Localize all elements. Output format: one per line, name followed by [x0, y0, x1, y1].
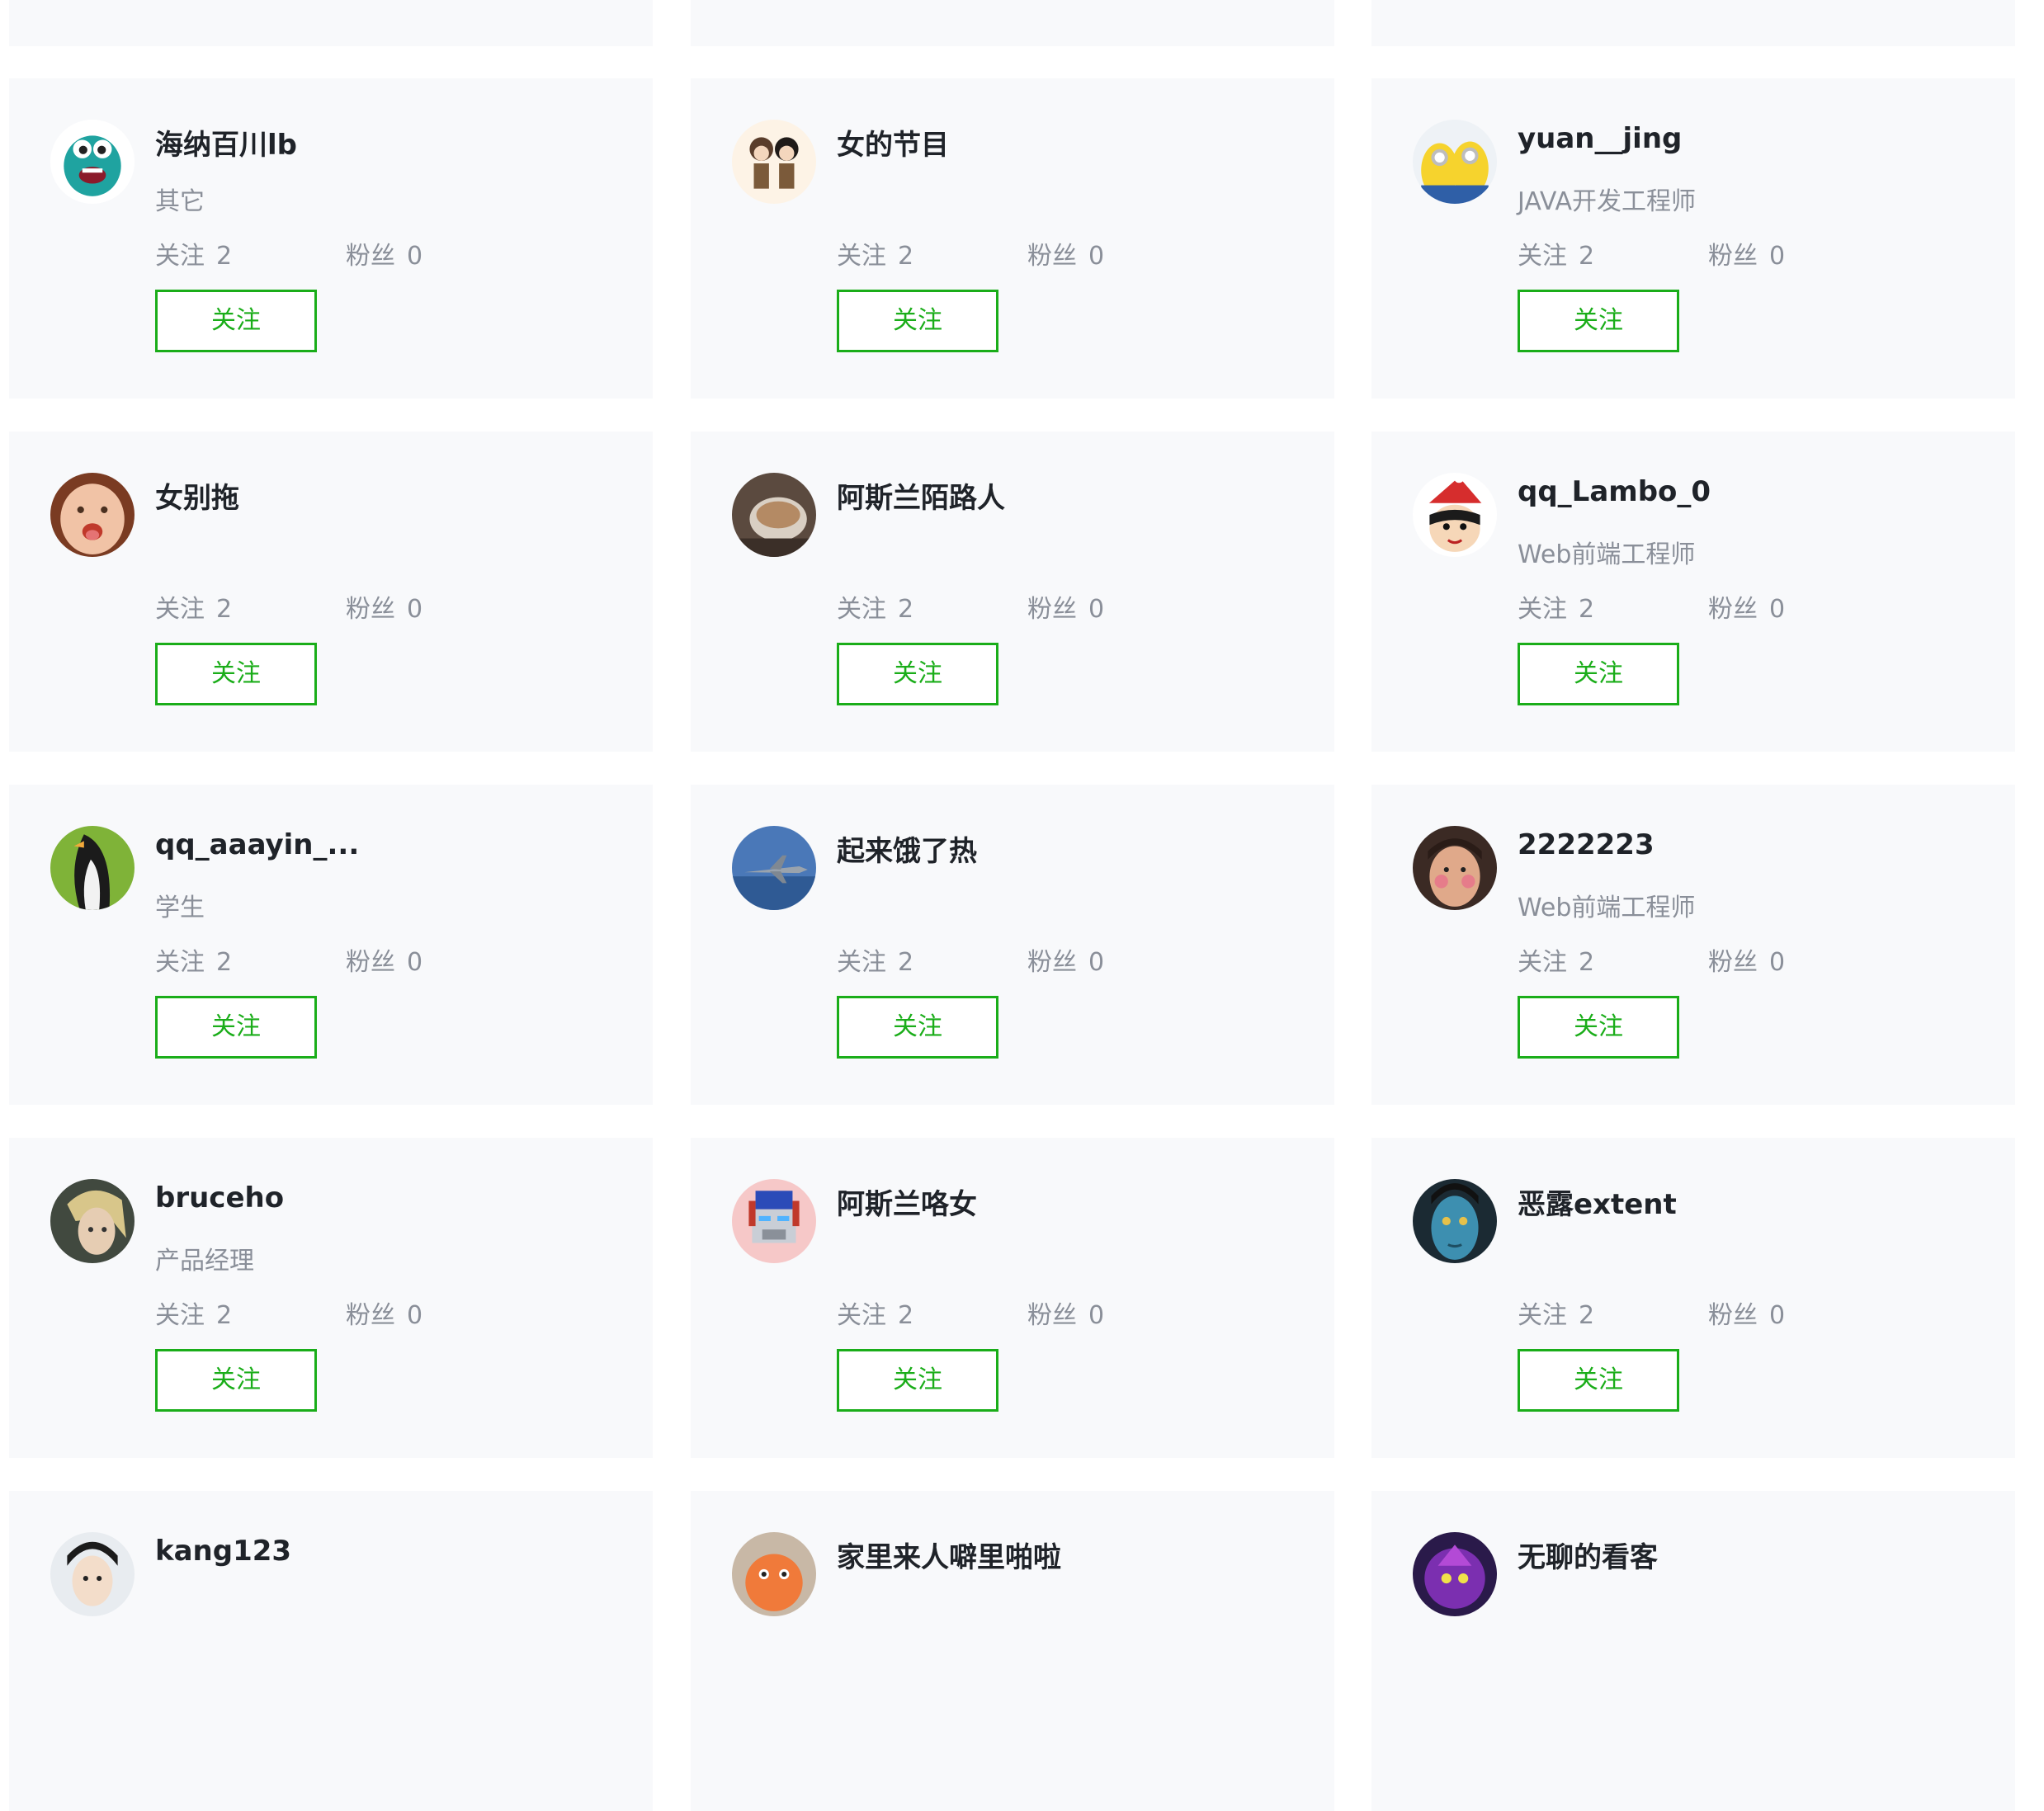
following-count: 关注 2: [155, 242, 233, 271]
user-name[interactable]: 恶露extent: [1518, 1181, 1677, 1222]
anime-couple-avatar-icon[interactable]: [732, 120, 816, 204]
following-count: 关注 2: [837, 1301, 914, 1330]
user-description: 其它: [155, 187, 205, 216]
follow-button[interactable]: 关注: [837, 996, 998, 1059]
following-count: 关注 2: [1518, 242, 1595, 271]
user-description: 产品经理: [155, 1247, 254, 1276]
following-count: 关注 2: [1518, 595, 1595, 624]
penguin-avatar-icon[interactable]: [50, 826, 135, 910]
fans-count: 粉丝 0: [346, 595, 423, 624]
user-name[interactable]: 阿斯兰陌路人: [837, 475, 1005, 516]
user-name[interactable]: kang123: [155, 1535, 291, 1568]
santa-hat-cartoon-avatar-icon[interactable]: [1413, 473, 1497, 557]
user-name[interactable]: yuan__jing: [1518, 122, 1682, 155]
user-description: Web前端工程师: [1518, 540, 1696, 569]
blonde-character-avatar-icon[interactable]: [50, 1179, 135, 1263]
follow-button[interactable]: 关注: [155, 996, 317, 1059]
fans-count: 粉丝 0: [1027, 595, 1105, 624]
following-count: 关注 2: [1518, 1301, 1595, 1330]
user-card: 家里来人噼里啪啦: [691, 1491, 1334, 1811]
user-card: 阿斯兰咯女 关注 2 粉丝 0 关注: [691, 1138, 1334, 1458]
follow-button[interactable]: 关注: [837, 643, 998, 705]
following-count: 关注 2: [837, 242, 914, 271]
fans-count: 粉丝 0: [1027, 1301, 1105, 1330]
child-face-avatar-icon[interactable]: [50, 473, 135, 557]
avatar-blue-face-icon[interactable]: [1413, 1179, 1497, 1263]
fans-count: 粉丝 0: [1027, 242, 1105, 271]
user-card: 起来饿了热 关注 2 粉丝 0 关注: [691, 785, 1334, 1105]
following-count: 关注 2: [837, 948, 914, 977]
fans-count: 粉丝 0: [346, 948, 423, 977]
man-face-avatar-icon[interactable]: [1413, 826, 1497, 910]
user-name[interactable]: qq_Lambo_0: [1518, 475, 1711, 508]
follow-button[interactable]: 关注: [155, 290, 317, 352]
user-name[interactable]: bruceho: [155, 1181, 284, 1214]
user-name[interactable]: 女的节目: [837, 122, 949, 163]
user-card: 海纳百川lb 其它 关注 2 粉丝 0 关注: [9, 78, 653, 399]
user-card: 2222223 Web前端工程师 关注 2 粉丝 0 关注: [1371, 785, 2015, 1105]
user-card: 恶露extent 关注 2 粉丝 0 关注: [1371, 1138, 2015, 1458]
user-card: yuan__jing JAVA开发工程师 关注 2 粉丝 0 关注: [1371, 78, 2015, 399]
user-description: JAVA开发工程师: [1518, 187, 1697, 216]
user-card: qq_aaayin_... 学生 关注 2 粉丝 0 关注: [9, 785, 653, 1105]
fans-count: 粉丝 0: [1027, 948, 1105, 977]
user-card-partial: 关注: [1371, 0, 2015, 46]
follow-button[interactable]: 关注: [837, 1349, 998, 1412]
follow-button[interactable]: 关注: [155, 643, 317, 705]
purple-creature-avatar-icon[interactable]: [1413, 1532, 1497, 1616]
follow-button[interactable]: 关注: [155, 1349, 317, 1412]
user-card: 女别拖 关注 2 粉丝 0 关注: [9, 432, 653, 752]
user-description: Web前端工程师: [1518, 894, 1696, 922]
follow-button[interactable]: 关注: [1518, 996, 1679, 1059]
following-count: 关注 2: [155, 595, 233, 624]
user-card-partial: 关注: [691, 0, 1334, 46]
fans-count: 粉丝 0: [346, 242, 423, 271]
user-name[interactable]: qq_aaayin_...: [155, 828, 359, 861]
user-name[interactable]: 无聊的看客: [1518, 1535, 1658, 1575]
user-card: 女的节目 关注 2 粉丝 0 关注: [691, 78, 1334, 399]
user-card: bruceho 产品经理 关注 2 粉丝 0 关注: [9, 1138, 653, 1458]
cartoon-face-avatar-icon[interactable]: [732, 1532, 816, 1616]
robot-avatar-icon[interactable]: [732, 1179, 816, 1263]
user-card: 无聊的看客: [1371, 1491, 2015, 1811]
user-description: 学生: [155, 894, 205, 922]
coffee-cup-avatar-icon[interactable]: [732, 473, 816, 557]
user-name[interactable]: 起来饿了热: [837, 828, 977, 869]
user-name[interactable]: 女别拖: [155, 475, 239, 516]
fans-count: 粉丝 0: [346, 1301, 423, 1330]
user-card-partial: 关注: [9, 0, 653, 46]
user-name[interactable]: 阿斯兰咯女: [837, 1181, 977, 1222]
user-card: kang123: [9, 1491, 653, 1811]
following-count: 关注 2: [837, 595, 914, 624]
user-name[interactable]: 海纳百川lb: [155, 122, 297, 163]
fans-count: 粉丝 0: [1708, 1301, 1786, 1330]
fans-count: 粉丝 0: [1708, 948, 1786, 977]
follow-button[interactable]: 关注: [1518, 643, 1679, 705]
fans-count: 粉丝 0: [1708, 242, 1786, 271]
follow-button[interactable]: 关注: [1518, 1349, 1679, 1412]
following-count: 关注 2: [155, 1301, 233, 1330]
following-count: 关注 2: [1518, 948, 1595, 977]
user-card: 阿斯兰陌路人 关注 2 粉丝 0 关注: [691, 432, 1334, 752]
follow-button[interactable]: 关注: [1518, 290, 1679, 352]
user-card: qq_Lambo_0 Web前端工程师 关注 2 粉丝 0 关注: [1371, 432, 2015, 752]
anime-soldier-avatar-icon[interactable]: [50, 1532, 135, 1616]
minions-avatar-icon[interactable]: [1413, 120, 1497, 204]
monster-avatar-icon[interactable]: [50, 120, 135, 204]
follow-button[interactable]: 关注: [837, 290, 998, 352]
fans-count: 粉丝 0: [1708, 595, 1786, 624]
user-name[interactable]: 2222223: [1518, 828, 1655, 861]
user-name[interactable]: 家里来人噼里啪啦: [837, 1535, 1061, 1575]
following-count: 关注 2: [155, 948, 233, 977]
fighter-jet-avatar-icon[interactable]: [732, 826, 816, 910]
